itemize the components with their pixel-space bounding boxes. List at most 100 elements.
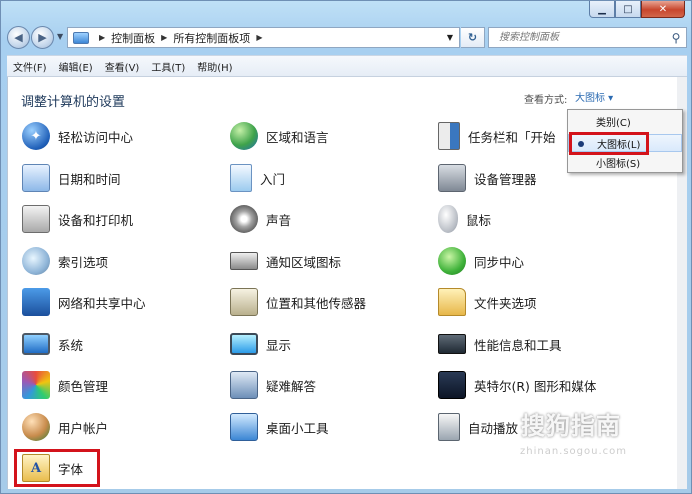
mouse-icon — [438, 205, 458, 233]
item-devices-printers[interactable]: 设备和打印机 — [22, 205, 133, 233]
control-panel-window: ▁ □ ✕ ◀ ▶ ▼ ▶ 控制面板 ▶ 所有控制面板项 ▶ ▼ ↻ ⚲ 文件(… — [0, 0, 692, 494]
globe-clock-icon — [230, 122, 258, 150]
menu-help[interactable]: 帮助(H) — [191, 59, 238, 74]
item-label: 轻松访问中心 — [58, 129, 134, 145]
item-label: 疑难解答 — [266, 378, 317, 394]
taskbar-icon — [438, 122, 460, 150]
item-label: 英特尔(R) 图形和媒体 — [474, 378, 597, 394]
page-title: 调整计算机的设置 — [21, 95, 126, 110]
item-ease-of-access[interactable]: ✦ 轻松访问中心 — [22, 122, 133, 150]
item-getting-started[interactable]: 入门 — [230, 164, 285, 192]
view-by-selector[interactable]: 大图标 ▾ — [575, 89, 613, 104]
item-label: 索引选项 — [58, 254, 109, 270]
item-label: 任务栏和「开始 — [468, 129, 556, 145]
item-label: 通知区域图标 — [266, 254, 342, 270]
item-label: 设备和打印机 — [58, 212, 134, 228]
search-input[interactable] — [497, 31, 666, 44]
item-user-accounts[interactable]: 用户帐户 — [22, 413, 108, 441]
network-icon — [22, 288, 50, 316]
display-icon — [230, 333, 258, 355]
item-label: 自动播放 — [468, 420, 519, 436]
item-system[interactable]: 系统 — [22, 330, 83, 358]
performance-icon — [438, 334, 466, 354]
gadgets-icon — [230, 413, 258, 441]
item-label: 区域和语言 — [266, 129, 329, 145]
item-network-sharing[interactable]: 网络和共享中心 — [22, 288, 146, 316]
search-box[interactable]: ⚲ — [488, 27, 687, 48]
item-indexing-options[interactable]: 索引选项 — [22, 247, 108, 275]
item-mouse[interactable]: 鼠标 — [438, 205, 491, 233]
control-panel-icon — [73, 31, 89, 44]
large-icons-highlight-box — [569, 132, 649, 155]
close-icon: ✕ — [658, 3, 668, 15]
item-label: 显示 — [266, 337, 292, 353]
printer-icon — [22, 205, 50, 233]
breadcrumb-separator-icon[interactable]: ▶ — [161, 33, 167, 42]
maximize-button[interactable]: □ — [615, 1, 641, 18]
view-by-label: 查看方式: — [524, 95, 568, 106]
item-label: 颜色管理 — [58, 378, 109, 394]
item-folder-options[interactable]: 文件夹选项 — [438, 288, 537, 316]
minimize-icon: ▁ — [598, 3, 606, 15]
item-location-sensors[interactable]: 位置和其他传感器 — [230, 288, 366, 316]
item-label: 日期和时间 — [58, 171, 121, 187]
item-sync-center[interactable]: 同步中心 — [438, 247, 524, 275]
address-bar[interactable]: ▶ 控制面板 ▶ 所有控制面板项 ▶ ▼ — [67, 27, 460, 48]
maximize-icon: □ — [623, 3, 633, 15]
device-manager-icon — [438, 164, 466, 192]
getting-started-icon — [230, 164, 252, 192]
item-label: 设备管理器 — [474, 171, 537, 187]
close-button[interactable]: ✕ — [641, 1, 685, 18]
item-color-management[interactable]: 颜色管理 — [22, 371, 108, 399]
menu-edit[interactable]: 编辑(E) — [53, 59, 99, 74]
forward-button[interactable]: ▶ — [31, 26, 54, 49]
back-arrow-icon: ◀ — [14, 31, 23, 44]
menu-file[interactable]: 文件(F) — [7, 59, 53, 74]
notification-tray-icon — [230, 252, 258, 270]
user-accounts-icon — [22, 413, 50, 441]
calendar-clock-icon — [22, 164, 50, 192]
item-desktop-gadgets[interactable]: 桌面小工具 — [230, 413, 329, 441]
menu-tools[interactable]: 工具(T) — [145, 59, 191, 74]
breadcrumb-control-panel[interactable]: 控制面板 — [111, 30, 155, 46]
intel-graphics-icon — [438, 371, 466, 399]
autoplay-icon — [438, 413, 460, 441]
watermark-url: zhinan.sogou.com — [520, 446, 628, 457]
view-option-category[interactable]: 类别(C) — [568, 112, 682, 130]
view-option-small-icons[interactable]: 小图标(S) — [568, 153, 682, 171]
item-device-manager[interactable]: 设备管理器 — [438, 164, 537, 192]
address-dropdown-icon[interactable]: ▼ — [447, 33, 453, 42]
option-label: 类别(C) — [596, 117, 631, 129]
fonts-highlight-box — [14, 449, 100, 487]
forward-arrow-icon: ▶ — [38, 31, 47, 44]
system-monitor-icon — [22, 333, 50, 355]
item-taskbar-start[interactable]: 任务栏和「开始 — [438, 122, 556, 150]
refresh-icon: ↻ — [467, 31, 478, 44]
menu-bar: 文件(F) 编辑(E) 查看(V) 工具(T) 帮助(H) — [7, 55, 687, 77]
minimize-button[interactable]: ▁ — [589, 1, 615, 18]
breadcrumb-all-items[interactable]: 所有控制面板项 — [173, 30, 250, 46]
indexing-icon — [22, 247, 50, 275]
item-date-time[interactable]: 日期和时间 — [22, 164, 121, 192]
item-autoplay[interactable]: 自动播放 — [438, 413, 518, 441]
item-label: 用户帐户 — [58, 420, 109, 436]
item-performance[interactable]: 性能信息和工具 — [438, 330, 562, 358]
menu-view[interactable]: 查看(V) — [99, 59, 146, 74]
speaker-icon — [230, 205, 258, 233]
item-label: 文件夹选项 — [474, 295, 537, 311]
breadcrumb-separator-icon[interactable]: ▶ — [99, 33, 105, 42]
item-notification-icons[interactable]: 通知区域图标 — [230, 247, 341, 275]
item-label: 入门 — [260, 171, 286, 187]
item-label: 性能信息和工具 — [474, 337, 562, 353]
folder-options-icon — [438, 288, 466, 316]
recent-pages-dropdown-icon[interactable]: ▼ — [57, 32, 63, 41]
item-troubleshooting[interactable]: 疑难解答 — [230, 371, 316, 399]
item-region-language[interactable]: 区域和语言 — [230, 122, 329, 150]
back-button[interactable]: ◀ — [7, 26, 30, 49]
item-display[interactable]: 显示 — [230, 330, 291, 358]
item-intel-graphics[interactable]: 英特尔(R) 图形和媒体 — [438, 371, 596, 399]
breadcrumb-separator-icon[interactable]: ▶ — [256, 33, 262, 42]
refresh-button[interactable]: ↻ — [461, 27, 485, 48]
search-icon[interactable]: ⚲ — [666, 31, 686, 45]
item-sound[interactable]: 声音 — [230, 205, 291, 233]
